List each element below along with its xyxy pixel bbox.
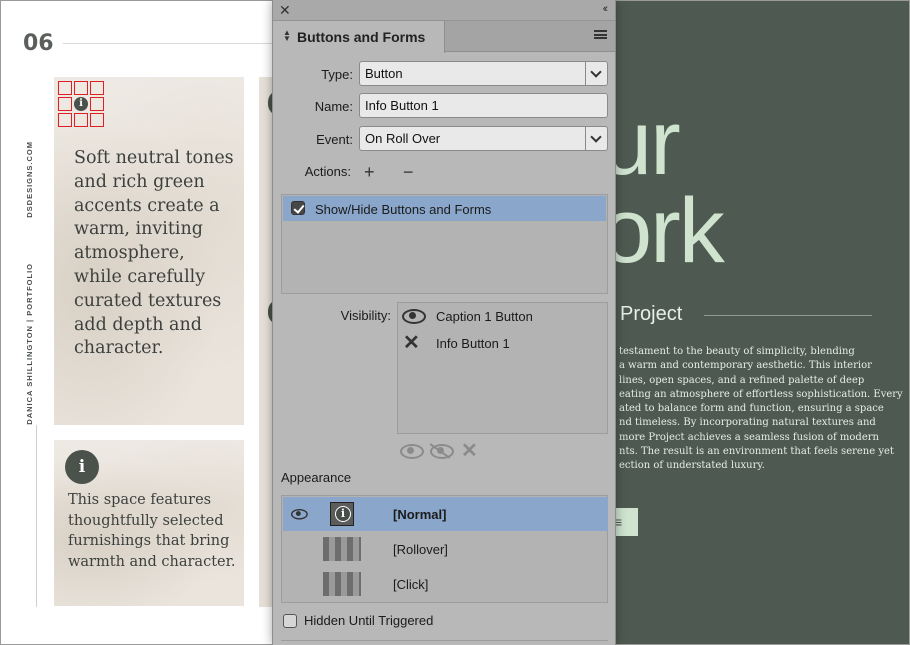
add-action-button[interactable]: + xyxy=(364,163,375,181)
tab-label: Buttons and Forms xyxy=(297,29,426,45)
tab-stepper-icon[interactable]: ▲ ▼ xyxy=(283,29,291,43)
buttons-and-forms-panel: ✕ ‹‹ ▲ ▼ Buttons and Forms Type: Button N… xyxy=(272,0,616,645)
description-line: ection of understated luxury. xyxy=(619,460,765,472)
eye-icon[interactable] xyxy=(402,309,426,324)
appearance-state-label: [Normal] xyxy=(393,507,447,522)
description-line: nd timeless. By incorporating natural te… xyxy=(619,417,876,429)
description-line: eating an atmosphere of effortless sophi… xyxy=(619,388,903,400)
visibility-item-label: Caption 1 Button xyxy=(436,309,533,324)
info-icon: i xyxy=(335,506,351,522)
sidebar-rule xyxy=(36,425,37,607)
event-value: On Roll Over xyxy=(365,131,441,146)
rollover-thumbnail xyxy=(323,537,361,561)
selection-handle[interactable] xyxy=(74,81,88,95)
visibility-item[interactable]: ✕ Info Button 1 xyxy=(398,331,607,357)
chevron-down-icon[interactable] xyxy=(585,62,607,85)
info-card-small: i This space features thoughtfully selec… xyxy=(54,440,244,606)
project-title: Project xyxy=(620,303,683,325)
event-label: Event: xyxy=(316,132,353,147)
action-enabled-checkbox[interactable] xyxy=(291,201,305,215)
selection-handle[interactable] xyxy=(74,113,88,127)
info-card-large: Soft neutral tones and rich green accent… xyxy=(54,77,244,425)
action-row[interactable]: Show/Hide Buttons and Forms xyxy=(283,196,606,221)
tab-buttons-and-forms[interactable]: ▲ ▼ Buttons and Forms xyxy=(273,21,445,53)
project-title-rule xyxy=(704,315,872,316)
actions-label: Actions: xyxy=(304,164,351,179)
sidebar-site-text: DSDESIGNS.COM xyxy=(25,141,34,218)
description-line: more Project achieves a seamless fusion … xyxy=(619,431,879,443)
hero-heading-line-2: ork xyxy=(601,180,725,282)
panel-menu-icon[interactable] xyxy=(594,30,607,41)
project-description: testament to the beauty of simplicity, b… xyxy=(619,345,903,474)
type-value: Button xyxy=(365,66,403,81)
info-icon[interactable]: i xyxy=(74,97,88,111)
visibility-item-label: Info Button 1 xyxy=(436,336,510,351)
eye-icon[interactable] xyxy=(291,509,308,520)
type-label: Type: xyxy=(321,67,353,82)
selection-handle[interactable] xyxy=(58,113,72,127)
actions-list[interactable]: Show/Hide Buttons and Forms xyxy=(281,194,608,294)
selection-handle[interactable] xyxy=(58,81,72,95)
description-line: nts. The result is an environment that f… xyxy=(619,446,894,458)
description-line: ated to balance form and function, ensur… xyxy=(619,403,884,415)
show-eye-icon[interactable] xyxy=(400,444,424,459)
panel-tabbar: ▲ ▼ Buttons and Forms xyxy=(273,21,615,53)
appearance-state-label: [Rollover] xyxy=(393,542,448,557)
appearance-list[interactable]: i [Normal] [Rollover] [Click] xyxy=(281,495,608,603)
header-rule xyxy=(63,43,283,44)
appearance-state-normal[interactable]: i [Normal] xyxy=(283,497,608,531)
page-number: 06 xyxy=(23,31,54,56)
selection-handle[interactable] xyxy=(90,113,104,127)
visibility-item[interactable]: Caption 1 Button xyxy=(398,304,607,330)
card-small-text: This space features thoughtfully selecte… xyxy=(68,492,236,570)
remove-action-button[interactable]: − xyxy=(403,163,414,181)
chevron-down-icon[interactable] xyxy=(585,127,607,150)
selected-info-button[interactable]: i xyxy=(58,81,104,127)
selection-handle[interactable] xyxy=(90,97,104,111)
description-line: a warm and contemporary aesthetic. This … xyxy=(619,360,872,372)
description-line: lines, open spaces, and a refined palett… xyxy=(619,374,865,386)
appearance-state-rollover[interactable]: [Rollover] xyxy=(283,532,608,566)
selection-handle[interactable] xyxy=(58,97,72,111)
description-line: testament to the beauty of simplicity, b… xyxy=(619,346,855,357)
sidebar-portfolio-text: DANICA SHILLINGTON | PORTFOLIO xyxy=(25,263,34,425)
click-thumbnail xyxy=(323,572,361,596)
appearance-state-click[interactable]: [Click] xyxy=(283,567,608,601)
close-icon[interactable]: ✕ xyxy=(403,333,420,353)
event-dropdown[interactable]: On Roll Over xyxy=(359,126,608,151)
type-dropdown[interactable]: Button xyxy=(359,61,608,86)
selection-handle[interactable] xyxy=(90,81,104,95)
visibility-list[interactable]: Caption 1 Button ✕ Info Button 1 xyxy=(397,302,608,434)
info-icon[interactable]: i xyxy=(65,450,99,484)
visibility-label: Visibility: xyxy=(340,308,391,323)
appearance-state-label: [Click] xyxy=(393,577,429,592)
name-label: Name: xyxy=(314,99,353,114)
panel-titlebar[interactable]: ✕ ‹‹ xyxy=(273,0,615,21)
no-change-icon[interactable]: ✕ xyxy=(461,441,478,461)
normal-thumbnail: i xyxy=(330,502,354,526)
action-row-label: Show/Hide Buttons and Forms xyxy=(315,202,492,217)
hidden-until-triggered-checkbox[interactable] xyxy=(283,614,297,628)
name-input[interactable]: Info Button 1 xyxy=(359,93,608,118)
appearance-label: Appearance xyxy=(281,470,352,485)
collapse-icon[interactable]: ‹‹ xyxy=(603,3,609,15)
close-icon[interactable]: ✕ xyxy=(279,2,291,18)
card-large-text: Soft neutral tones and rich green accent… xyxy=(74,148,234,359)
panel-bottom-divider xyxy=(281,640,608,641)
hidden-until-triggered-label: Hidden Until Triggered xyxy=(304,613,434,628)
